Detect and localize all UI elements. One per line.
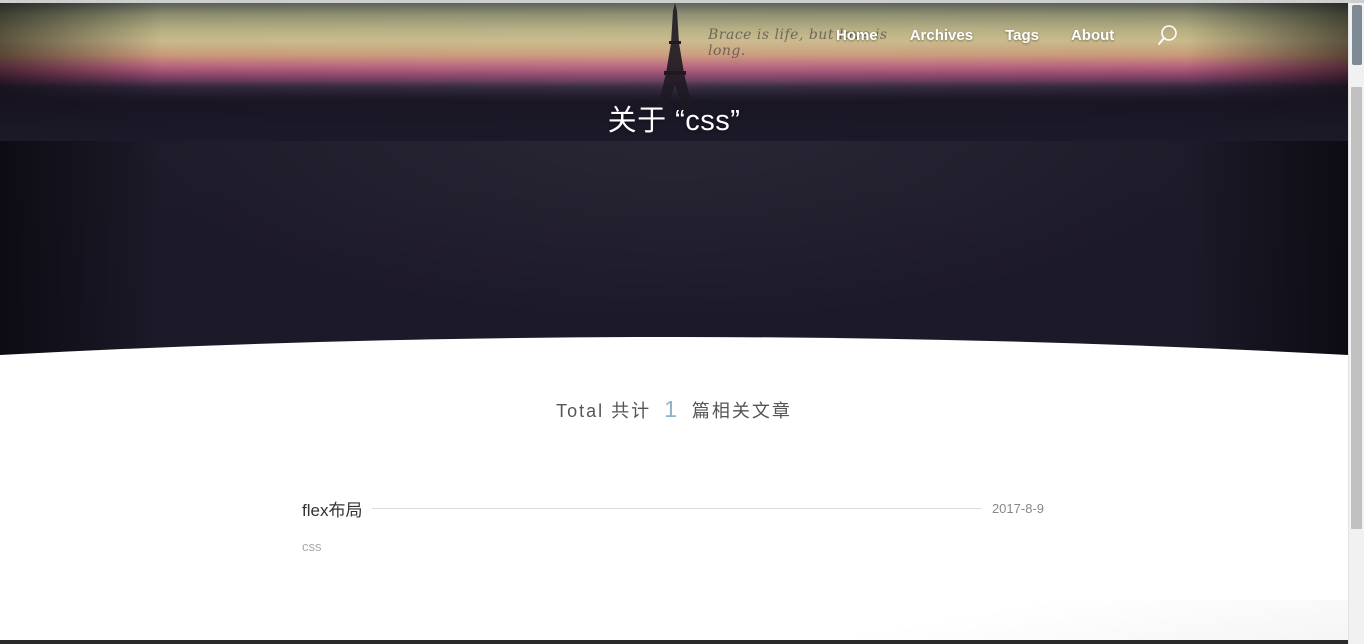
hero-banner: Brace is life, but love is long. Home Ar… — [0, 3, 1348, 363]
hero-bottom-curve — [0, 337, 1348, 363]
search-icon[interactable] — [1156, 23, 1180, 47]
post-list-item: flex布局 2017-8-9 css — [302, 496, 1044, 556]
post-header: flex布局 2017-8-9 — [302, 496, 1044, 521]
post-count: 1 — [664, 396, 679, 422]
nav-about-link[interactable]: About — [1071, 27, 1114, 44]
taskbar-edge — [0, 640, 1348, 644]
post-tag-link[interactable]: css — [302, 539, 322, 554]
page-title: 关于 “css” — [607, 105, 741, 137]
post-title-link[interactable]: flex布局 — [302, 496, 362, 521]
nav-tags-link[interactable]: Tags — [1005, 27, 1039, 44]
summary-prefix: Total 共计 — [556, 401, 652, 421]
scrollbar-top-indicator[interactable] — [1352, 5, 1362, 65]
scrollbar-thumb[interactable] — [1351, 87, 1362, 529]
nav-home-link[interactable]: Home — [836, 27, 878, 44]
main-nav: Home Archives Tags About — [836, 23, 1180, 47]
summary-suffix: 篇相关文章 — [691, 401, 792, 421]
page-scrollbar[interactable] — [1348, 3, 1364, 644]
post-date: 2017-8-9 — [991, 501, 1044, 516]
nav-archives-link[interactable]: Archives — [910, 27, 973, 44]
post-divider — [372, 508, 982, 509]
post-count-summary: Total 共计 1 篇相关文章 — [0, 396, 1348, 423]
bottom-shadow — [700, 600, 1348, 640]
